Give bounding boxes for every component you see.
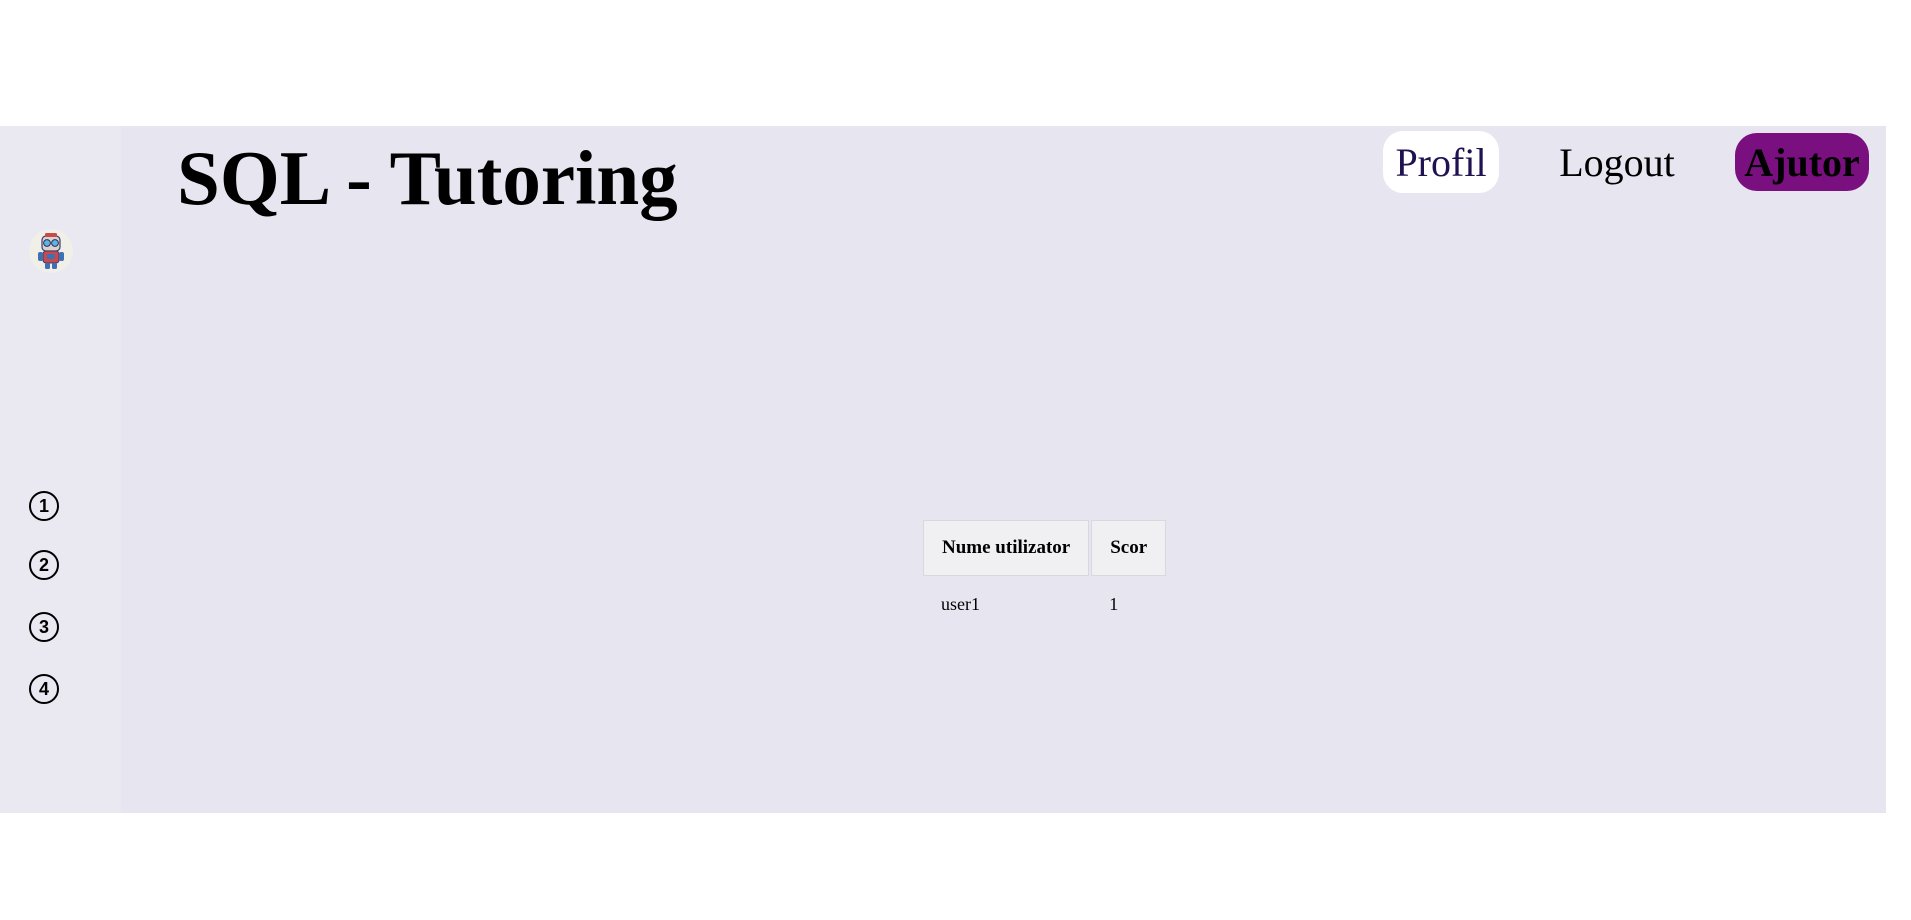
- robot-mascot-icon: [29, 229, 73, 273]
- profil-link[interactable]: Profil: [1383, 131, 1499, 193]
- table-row: user1 1: [923, 576, 1166, 632]
- page-title: SQL - Tutoring: [177, 135, 678, 221]
- column-header-score: Scor: [1091, 520, 1167, 576]
- scores-table: Nume utilizator Scor user1 1: [921, 520, 1168, 632]
- app-container: 1 2 3 4 SQL - Tutoring Profil Logout Aju…: [0, 126, 1886, 813]
- logout-link[interactable]: Logout: [1550, 131, 1684, 193]
- step-1-button[interactable]: 1: [29, 491, 59, 521]
- step-4-button[interactable]: 4: [29, 674, 59, 704]
- cell-score: 1: [1109, 593, 1119, 614]
- step-3-button[interactable]: 3: [29, 612, 59, 642]
- column-header-username: Nume utilizator: [923, 520, 1090, 576]
- step-2-button[interactable]: 2: [29, 550, 59, 580]
- table-header-row: Nume utilizator Scor: [923, 520, 1167, 576]
- sidebar: 1 2 3 4: [0, 126, 121, 813]
- cell-username: user1: [941, 593, 980, 614]
- ajutor-button[interactable]: Ajutor: [1735, 133, 1869, 191]
